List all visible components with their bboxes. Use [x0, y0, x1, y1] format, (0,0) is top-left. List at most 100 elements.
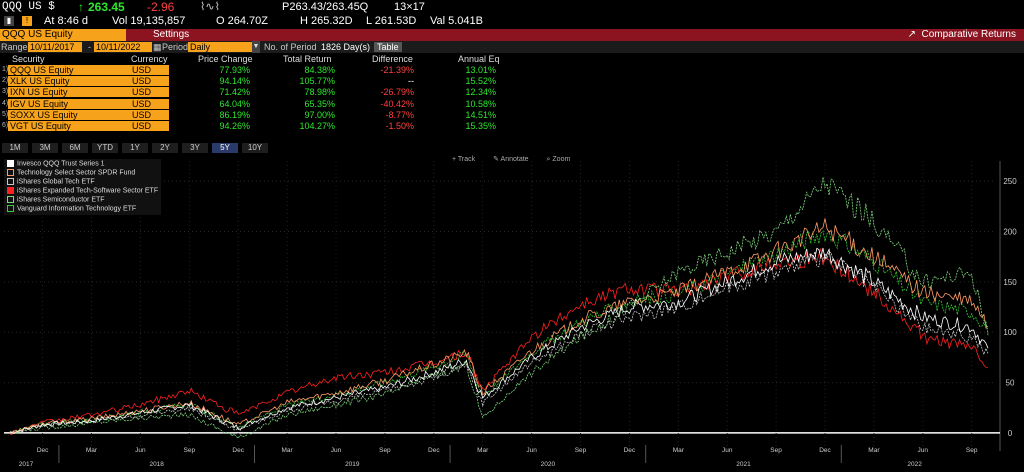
chart-toolbar: + Track ✎ Annotate ⌕ Zoom [452, 155, 586, 164]
x-month-label: Jun [918, 447, 929, 454]
period-button-ytd[interactable]: YTD [92, 143, 118, 153]
period-select[interactable]: Daily [188, 42, 252, 52]
legend-item[interactable]: iShares Expanded Tech-Software Sector ET… [7, 186, 158, 196]
x-month-label: Mar [673, 447, 685, 454]
x-month-label: Dec [37, 447, 49, 454]
comparative-returns-label: Comparative Returns [921, 29, 1016, 40]
end-date-field[interactable]: 10/11/2022 [94, 42, 152, 52]
x-month-label: Mar [868, 447, 880, 454]
legend-swatch [7, 177, 14, 185]
legend-swatch [7, 195, 14, 203]
table-row[interactable]: 6) VGT US Equity USD 94.26% 104.27% -1.50% 15.… [0, 121, 1024, 132]
x-year-label: 2017 [19, 461, 34, 468]
period-button-1y[interactable]: 1Y [122, 143, 148, 153]
y-tick-label: 150 [1003, 278, 1017, 287]
annual-eq-cell: 12.34% [465, 87, 496, 98]
table-row[interactable]: 5) SOXX US Equity USD 86.19% 97.00% -8.77% 14.… [0, 109, 1024, 121]
settings-tab[interactable]: Settings [153, 29, 189, 41]
annual-eq-cell: 15.52% [465, 76, 496, 87]
high-price: H 265.32D [300, 15, 353, 27]
total-return-cell: 97.00% [304, 109, 335, 120]
x-month-label: Jun [331, 447, 342, 454]
table-row[interactable]: 3) IXN US Equity USD 71.42% 78.98% -26.79% 12.… [0, 87, 1024, 98]
x-year-label: 2022 [907, 461, 922, 468]
zoom-label: Zoom [552, 156, 571, 163]
legend-label: Vanguard Information Technology ETF [17, 205, 137, 213]
last-price: 263.45 [88, 0, 125, 14]
legend-label: iShares Global Tech ETF [17, 178, 95, 186]
annual-eq-cell: 10.58% [465, 98, 496, 109]
annotate-label: Annotate [500, 156, 529, 163]
total-return-cell: 65.35% [304, 98, 335, 109]
chart-legend: Invesco QQQ Trust Series 1 Technology Sel… [4, 159, 162, 215]
x-month-label: Sep [184, 447, 196, 454]
total-return-cell: 78.98% [304, 87, 335, 98]
col-price-change: Price Change [198, 54, 253, 64]
fx-icon[interactable]: ▮ [4, 16, 14, 26]
low-price: L 261.53D [366, 15, 417, 27]
legend-swatch [7, 168, 14, 176]
currency-cell: USD [130, 87, 169, 98]
chevron-down-icon[interactable]: ▼ [252, 41, 260, 53]
total-return-cell: 104.27% [299, 121, 335, 131]
legend-item[interactable]: iShares Semiconductor ETF [7, 195, 158, 205]
period-button-10y[interactable]: 10Y [242, 143, 268, 153]
currency-cell: USD [130, 98, 169, 109]
col-security: Security [12, 54, 45, 64]
num-periods-label: No. of Period [264, 42, 317, 52]
period-buttons: 1M 3M 6M YTD 1Y 2Y 3Y 5Y 10Y [0, 143, 1024, 153]
x-year-label: 2021 [736, 461, 751, 468]
legend-item[interactable]: Vanguard Information Technology ETF [7, 204, 158, 214]
total-return-cell: 105.77% [299, 76, 335, 87]
col-total-return: Total Return [283, 54, 332, 64]
currency-cell: USD [130, 109, 169, 120]
difference-cell: -- [408, 76, 414, 87]
price-change-cell: 77.93% [219, 65, 250, 75]
y-tick-label: 250 [1003, 177, 1017, 186]
y-tick-label: 50 [1006, 379, 1015, 388]
table-button[interactable]: Table [374, 42, 402, 52]
x-month-label: Sep [966, 447, 978, 454]
range-label: Range [1, 42, 28, 52]
difference-cell: -26.79% [380, 87, 414, 98]
col-difference: Difference [372, 54, 413, 64]
legend-item[interactable]: Technology Select Sector SPDR Fund [7, 168, 158, 178]
legend-item[interactable]: Invesco QQQ Trust Series 1 [7, 160, 158, 169]
price-change-cell: 64.04% [219, 98, 250, 109]
price-change: -2.96 [147, 0, 175, 14]
table-row[interactable]: 4) IGV US Equity USD 64.04% 65.35% -40.42% 10.… [0, 98, 1024, 110]
start-date-field[interactable]: 10/11/2017 [28, 42, 82, 52]
period-button-2y[interactable]: 2Y [152, 143, 178, 153]
period-button-6m[interactable]: 6M [62, 143, 88, 153]
legend-swatch [7, 186, 14, 194]
total-return-cell: 84.38% [304, 65, 335, 75]
track-tool[interactable]: + Track [452, 156, 483, 163]
security-tab[interactable]: QQQ US Equity [0, 29, 126, 41]
x-month-label: Jun [135, 447, 146, 454]
annotate-tool[interactable]: ✎ Annotate [493, 156, 536, 163]
period-button-3m[interactable]: 3M [32, 143, 58, 153]
y-tick-label: 0 [1008, 429, 1013, 438]
period-button-1m[interactable]: 1M [2, 143, 28, 153]
x-month-label: Dec [624, 447, 636, 454]
x-month-label: Dec [232, 447, 244, 454]
alert-icon[interactable]: ! [22, 16, 32, 26]
quote-stats-bar: ▮ ! At 8:46 d Vol 19,135,857 O 264.70Z H… [0, 15, 1024, 29]
legend-label: Invesco QQQ Trust Series 1 [17, 160, 105, 168]
zoom-tool[interactable]: ⌕ Zoom [547, 156, 579, 163]
x-year-label: 2020 [541, 461, 556, 468]
period-label: Period [162, 42, 189, 52]
sparkline-icon: ⌇∿⌇ [200, 1, 220, 13]
legend-item[interactable]: iShares Global Tech ETF [7, 177, 158, 187]
period-button-3y[interactable]: 3Y [182, 143, 208, 153]
quote-time: At 8:46 d [44, 15, 89, 27]
comparative-returns-button[interactable]: ↗ Comparative Returns [908, 29, 1016, 41]
table-row[interactable]: 1) QQQ US Equity USD 77.93% 84.38% -21.39% 13.… [0, 65, 1024, 76]
price-change-cell: 86.19% [219, 109, 250, 120]
table-row[interactable]: 2) XLK US Equity USD 94.14% 105.77% -- 15.52% [0, 76, 1024, 87]
legend-label: iShares Semiconductor ETF [17, 196, 105, 204]
range-bar: Range 10/11/2017 - 10/11/2022 ▦ Period D… [0, 41, 1024, 53]
calendar-icon[interactable]: ▦ [153, 41, 162, 53]
period-button-5y[interactable]: 5Y [212, 143, 238, 153]
price-change-cell: 71.42% [219, 87, 250, 98]
